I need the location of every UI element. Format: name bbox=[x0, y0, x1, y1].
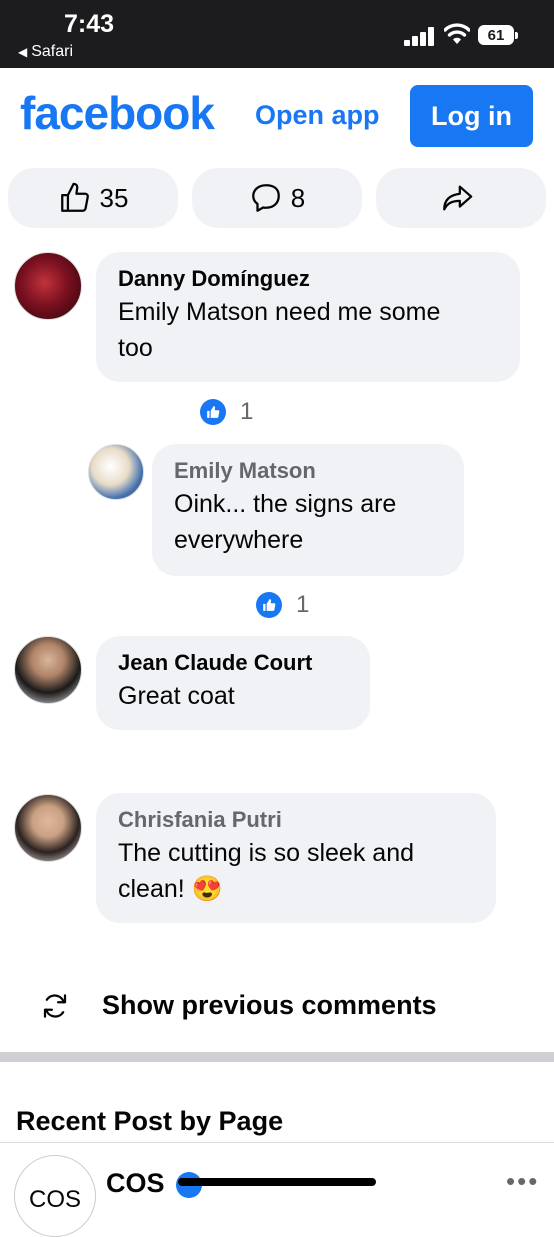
comment-author[interactable]: Chrisfania Putri bbox=[118, 807, 474, 833]
back-triangle-icon: ◀ bbox=[18, 45, 28, 59]
recent-post-heading: Recent Post by Page bbox=[16, 1106, 284, 1136]
comment-reaction[interactable]: 1 bbox=[200, 398, 253, 426]
avatar[interactable] bbox=[14, 636, 82, 704]
reaction-count: 1 bbox=[240, 398, 254, 425]
comment-bubble: Chrisfania Putri The cutting is so sleek… bbox=[96, 793, 496, 923]
divider bbox=[0, 1142, 554, 1143]
section-divider bbox=[0, 1052, 554, 1062]
log-in-button[interactable]: Log in bbox=[410, 85, 533, 147]
page-avatar-text: COS bbox=[28, 1186, 81, 1213]
reaction-count: 1 bbox=[296, 591, 310, 618]
heart-eyes-emoji-icon: 😍 bbox=[191, 875, 223, 903]
comment-bubble-icon bbox=[251, 184, 280, 212]
refresh-icon bbox=[43, 993, 67, 1018]
battery-icon: 61 bbox=[478, 25, 518, 45]
comment-bubble: Danny Domínguez Emily Matson need me som… bbox=[96, 252, 520, 382]
comment-author[interactable]: Emily Matson bbox=[174, 458, 442, 484]
comment-text-fragment: clean! bbox=[118, 875, 185, 903]
comment-text-line: The cutting is so sleek and bbox=[118, 839, 414, 867]
comment-text: The cutting is so sleek and clean! 😍 bbox=[118, 835, 474, 907]
home-indicator bbox=[178, 1178, 376, 1186]
share-arrow-icon bbox=[443, 185, 473, 211]
like-button[interactable]: 35 bbox=[8, 168, 178, 228]
like-reaction-icon bbox=[200, 399, 226, 425]
facebook-logo[interactable]: facebook bbox=[20, 86, 215, 140]
avatar[interactable] bbox=[14, 794, 82, 862]
like-reaction-icon bbox=[256, 592, 282, 618]
comment-author[interactable]: Jean Claude Court bbox=[118, 650, 348, 676]
thumbs-up-icon bbox=[60, 182, 89, 212]
back-to-app-link[interactable]: ◀ Safari bbox=[18, 43, 73, 61]
comment-bubble: Jean Claude Court Great coat bbox=[96, 636, 370, 730]
share-button[interactable] bbox=[376, 168, 546, 228]
avatar[interactable] bbox=[14, 252, 82, 320]
comment-count: 8 bbox=[290, 182, 306, 213]
comment-button[interactable]: 8 bbox=[192, 168, 362, 228]
page-name[interactable]: COS bbox=[106, 1168, 165, 1199]
comment-text-line: too bbox=[118, 334, 153, 362]
cellular-signal-icon bbox=[404, 26, 436, 46]
comment-text: Great coat bbox=[118, 678, 348, 714]
wifi-icon bbox=[444, 23, 470, 44]
comment-text-line: clean! 😍 bbox=[118, 871, 474, 907]
comment-reaction[interactable]: 1 bbox=[256, 591, 309, 619]
comment-text: Oink... the signs are everywhere bbox=[174, 486, 442, 558]
comment-text-line: Oink... the signs are bbox=[174, 490, 397, 518]
comment-text: Emily Matson need me some too bbox=[118, 294, 498, 366]
comment-text-line: Emily Matson need me some bbox=[118, 298, 441, 326]
status-time: 7:43 bbox=[64, 10, 115, 38]
show-previous-comments-button[interactable]: Show previous comments bbox=[40, 990, 437, 1021]
avatar[interactable] bbox=[88, 444, 144, 500]
comment-author[interactable]: Danny Domínguez bbox=[118, 266, 498, 292]
status-bar: 7:43 ◀ Safari 61 bbox=[0, 0, 554, 68]
like-count: 35 bbox=[99, 182, 129, 213]
comment-bubble: Emily Matson Oink... the signs are every… bbox=[152, 444, 464, 576]
comment-text-line: everywhere bbox=[174, 526, 304, 554]
more-options-icon[interactable]: ••• bbox=[506, 1166, 539, 1197]
show-previous-label: Show previous comments bbox=[102, 990, 437, 1020]
page-avatar[interactable]: COS bbox=[14, 1155, 96, 1237]
back-app-label: Safari bbox=[31, 43, 74, 60]
comment-text-line: Great coat bbox=[118, 682, 235, 710]
open-app-link[interactable]: Open app bbox=[255, 100, 380, 131]
